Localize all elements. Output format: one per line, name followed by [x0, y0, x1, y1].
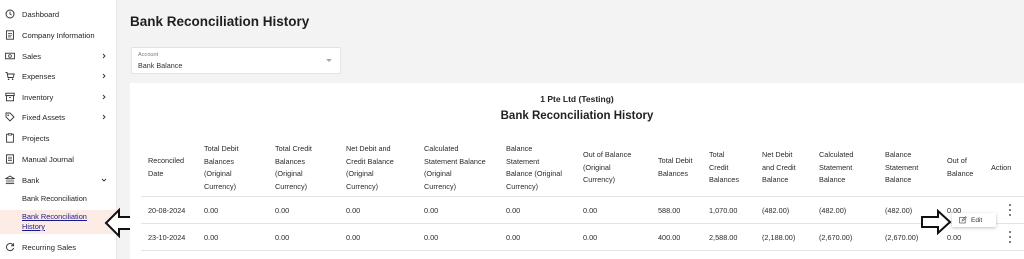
cell-total-debit-original: 0.00: [204, 233, 219, 242]
col-header-action: Action: [991, 163, 1012, 172]
cell-total-debit: 400.00: [658, 233, 681, 242]
cell-net-debit-credit-original: 0.00: [346, 233, 361, 242]
sidebar-item-label: Projects: [22, 133, 50, 143]
cell-balance-statement-original: 0.00: [506, 206, 521, 215]
sidebar-item-dashboard[interactable]: Dashboard: [0, 4, 117, 24]
account-select[interactable]: Account Bank Balance: [131, 47, 341, 74]
sidebar-subitem-label-line2: History: [22, 222, 45, 231]
sidebar-item-label: Inventory: [22, 92, 54, 102]
sidebar-item-company-information[interactable]: Company Information: [0, 25, 117, 45]
cell-balance-statement: (2,670.00): [885, 233, 919, 242]
arrow-right-icon: [921, 209, 952, 235]
col-header-calculated-statement-original: Calculated Statement Balance (Original Curr…: [424, 144, 486, 191]
cell-reconciled-date: 23-10-2024: [148, 233, 186, 242]
table-divider: [141, 250, 1024, 251]
cell-reconciled-date: 20-08-2024: [148, 206, 186, 215]
col-header-total-credit: Total Credit Balances: [709, 150, 740, 185]
col-header-reconciled-date: Reconciled Date: [148, 156, 185, 178]
sidebar-item-manual-journal[interactable]: Manual Journal: [0, 149, 117, 169]
sidebar-item-label: Dashboard: [22, 9, 60, 19]
box-icon: [5, 92, 15, 102]
sidebar-item-label: Fixed Assets: [22, 112, 66, 122]
sidebar: Dashboard Company Information Sales Expe…: [0, 0, 117, 259]
cell-total-debit: 588.00: [658, 206, 681, 215]
page-title: Bank Reconciliation History: [130, 14, 310, 29]
chevron-right-icon: [100, 93, 108, 101]
more-vertical-icon[interactable]: [1008, 204, 1012, 216]
sidebar-subitem-bank-reconciliation[interactable]: Bank Reconciliation: [0, 194, 117, 203]
edit-label: Edit: [971, 216, 983, 224]
chevron-down-icon: [100, 176, 108, 184]
table-divider: [141, 196, 1024, 197]
cell-total-credit-original: 0.00: [275, 206, 290, 215]
cell-total-credit: 1,070.00: [709, 206, 738, 215]
col-header-total-debit: Total Debit Balances: [658, 156, 693, 178]
cell-balance-statement: (482.00): [885, 206, 913, 215]
cell-total-credit: 2,588.00: [709, 233, 738, 242]
cell-total-credit-original: 0.00: [275, 233, 290, 242]
cell-net-debit-credit-original: 0.00: [346, 206, 361, 215]
col-header-calculated-statement: Calculated Statement Balance: [819, 150, 854, 185]
sidebar-item-label: Company Information: [22, 30, 95, 40]
bank-icon: [5, 175, 15, 185]
col-header-balance-statement-original: Balance Statement Balance (Original Currenc…: [506, 144, 562, 191]
clipboard-icon: [5, 133, 15, 143]
chevron-right-icon: [100, 113, 108, 121]
col-header-balance-statement: Balance Statement Balance: [885, 150, 919, 185]
pencil-icon: [959, 216, 967, 224]
col-header-net-debit-credit: Net Debit and Credit Balance: [762, 150, 796, 185]
cell-balance-statement-original: 0.00: [506, 233, 521, 242]
sidebar-item-bank[interactable]: Bank: [0, 170, 117, 190]
sidebar-subitem-bank-reconciliation-history[interactable]: Bank Reconciliation History: [0, 210, 117, 234]
sidebar-item-sales[interactable]: Sales: [0, 46, 117, 66]
account-select-label: Account: [138, 52, 159, 58]
cell-calculated-statement: (482.00): [819, 206, 847, 215]
sidebar-item-label: Manual Journal: [22, 154, 74, 164]
more-vertical-icon[interactable]: [1008, 231, 1012, 243]
sidebar-item-projects[interactable]: Projects: [0, 128, 117, 148]
cell-net-debit-credit: (2,188.00): [762, 233, 796, 242]
cell-calculated-statement: (2,670.00): [819, 233, 853, 242]
cell-net-debit-credit: (482.00): [762, 206, 790, 215]
col-header-out-of-balance: Out of Balance: [947, 156, 974, 178]
cart-icon: [5, 71, 15, 81]
money-icon: [5, 51, 15, 61]
sidebar-subitem-label: Bank Reconciliation: [22, 194, 87, 203]
cell-out-of-balance-original: 0.00: [583, 206, 598, 215]
sidebar-item-label: Expenses: [22, 71, 56, 81]
journal-icon: [5, 154, 15, 164]
sidebar-subitem-label-line1: Bank Reconciliation: [22, 212, 87, 221]
edit-menu-item[interactable]: Edit: [952, 213, 996, 227]
sidebar-item-inventory[interactable]: Inventory: [0, 87, 117, 107]
col-header-total-debit-original: Total Debit Balances (Original Currency): [204, 144, 239, 191]
sidebar-item-expenses[interactable]: Expenses: [0, 66, 117, 86]
report-company: 1 Pte Ltd (Testing): [540, 94, 614, 104]
col-header-net-debit-credit-original: Net Debit and Credit Balance (Original Curr…: [346, 144, 394, 191]
chevron-right-icon: [100, 72, 108, 80]
cell-total-debit-original: 0.00: [204, 206, 219, 215]
col-header-total-credit-original: Total Credit Balances (Original Currency): [275, 144, 312, 191]
sidebar-item-recurring-sales[interactable]: Recurring Sales: [0, 237, 117, 257]
cell-calculated-statement-original: 0.00: [424, 206, 439, 215]
caret-down-icon: [326, 59, 332, 62]
report-title: Bank Reconciliation History: [500, 110, 654, 122]
sidebar-item-label: Bank: [22, 175, 40, 185]
account-select-value: Bank Balance: [138, 61, 183, 70]
refresh-icon: [5, 242, 15, 252]
tag-icon: [5, 112, 15, 122]
cell-calculated-statement-original: 0.00: [424, 233, 439, 242]
col-header-out-of-balance-original: Out of Balance (Original Currency): [583, 150, 632, 185]
chevron-right-icon: [100, 52, 108, 60]
table-divider: [141, 223, 1024, 224]
sidebar-item-label: Recurring Sales: [22, 242, 77, 252]
cell-out-of-balance-original: 0.00: [583, 233, 598, 242]
sidebar-item-label: Sales: [22, 51, 41, 61]
sidebar-item-fixed-assets[interactable]: Fixed Assets: [0, 107, 117, 127]
document-icon: [5, 30, 15, 40]
clock-icon: [5, 9, 15, 19]
